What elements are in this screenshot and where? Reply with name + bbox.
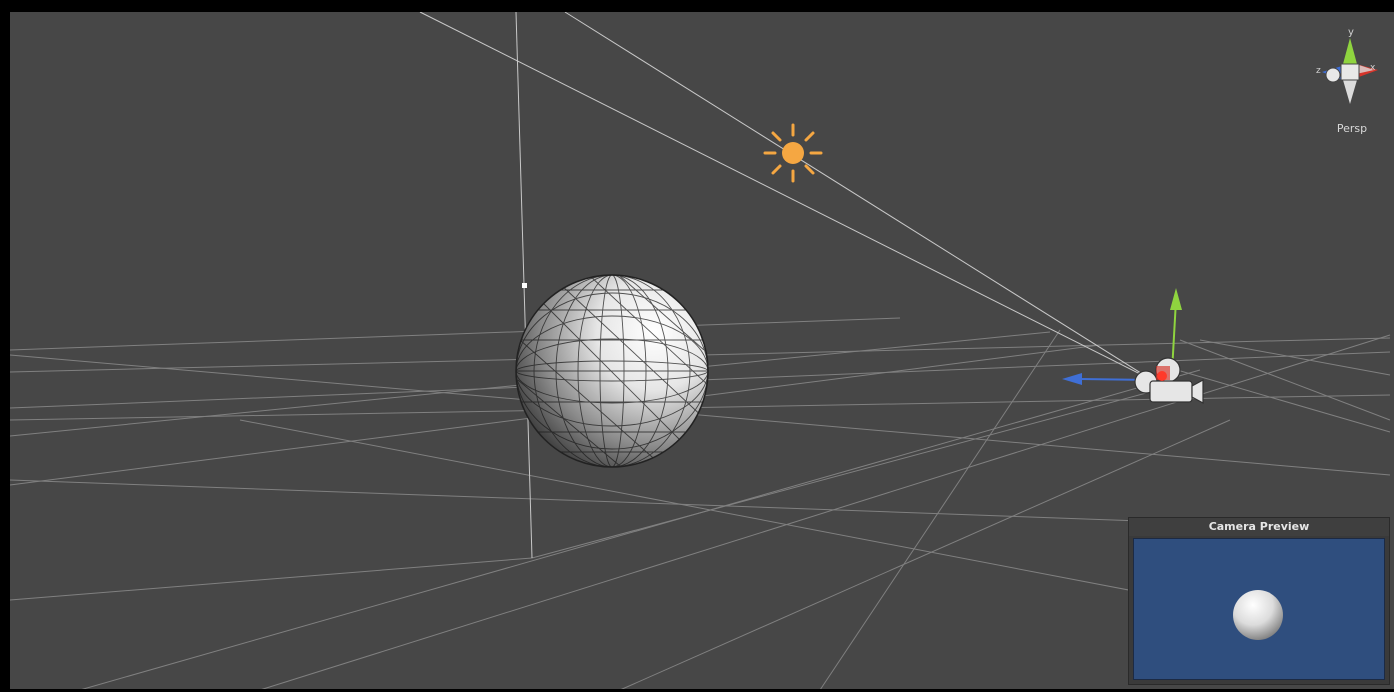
camera-frustum xyxy=(419,11,1153,559)
camera-preview-panel: Camera Preview xyxy=(1128,517,1390,685)
gizmo-label-z: z xyxy=(1316,66,1321,76)
scene-viewport[interactable]: y x z Persp Camera Preview xyxy=(0,0,1394,692)
preview-sphere xyxy=(1233,590,1283,640)
gizmo-z-arrow[interactable] xyxy=(1062,373,1082,385)
gizmo-y-arrow[interactable] xyxy=(1170,288,1182,310)
camera-preview-render xyxy=(1133,538,1385,680)
camera-icon[interactable] xyxy=(1134,357,1204,405)
gizmo-label-x: x xyxy=(1370,63,1376,73)
gizmo-center[interactable] xyxy=(1157,371,1167,381)
viewport-top-edge xyxy=(0,0,1394,12)
gizmo-label-y: y xyxy=(1348,27,1354,38)
preview-sphere-canvas xyxy=(1233,590,1283,640)
camera-preview-title: Camera Preview xyxy=(1129,518,1389,536)
viewport-left-edge xyxy=(0,0,10,692)
projection-label[interactable]: Persp xyxy=(1322,122,1382,135)
sun-icon[interactable] xyxy=(763,123,823,183)
sphere-object[interactable] xyxy=(515,274,709,468)
frustum-handle[interactable] xyxy=(522,283,527,288)
